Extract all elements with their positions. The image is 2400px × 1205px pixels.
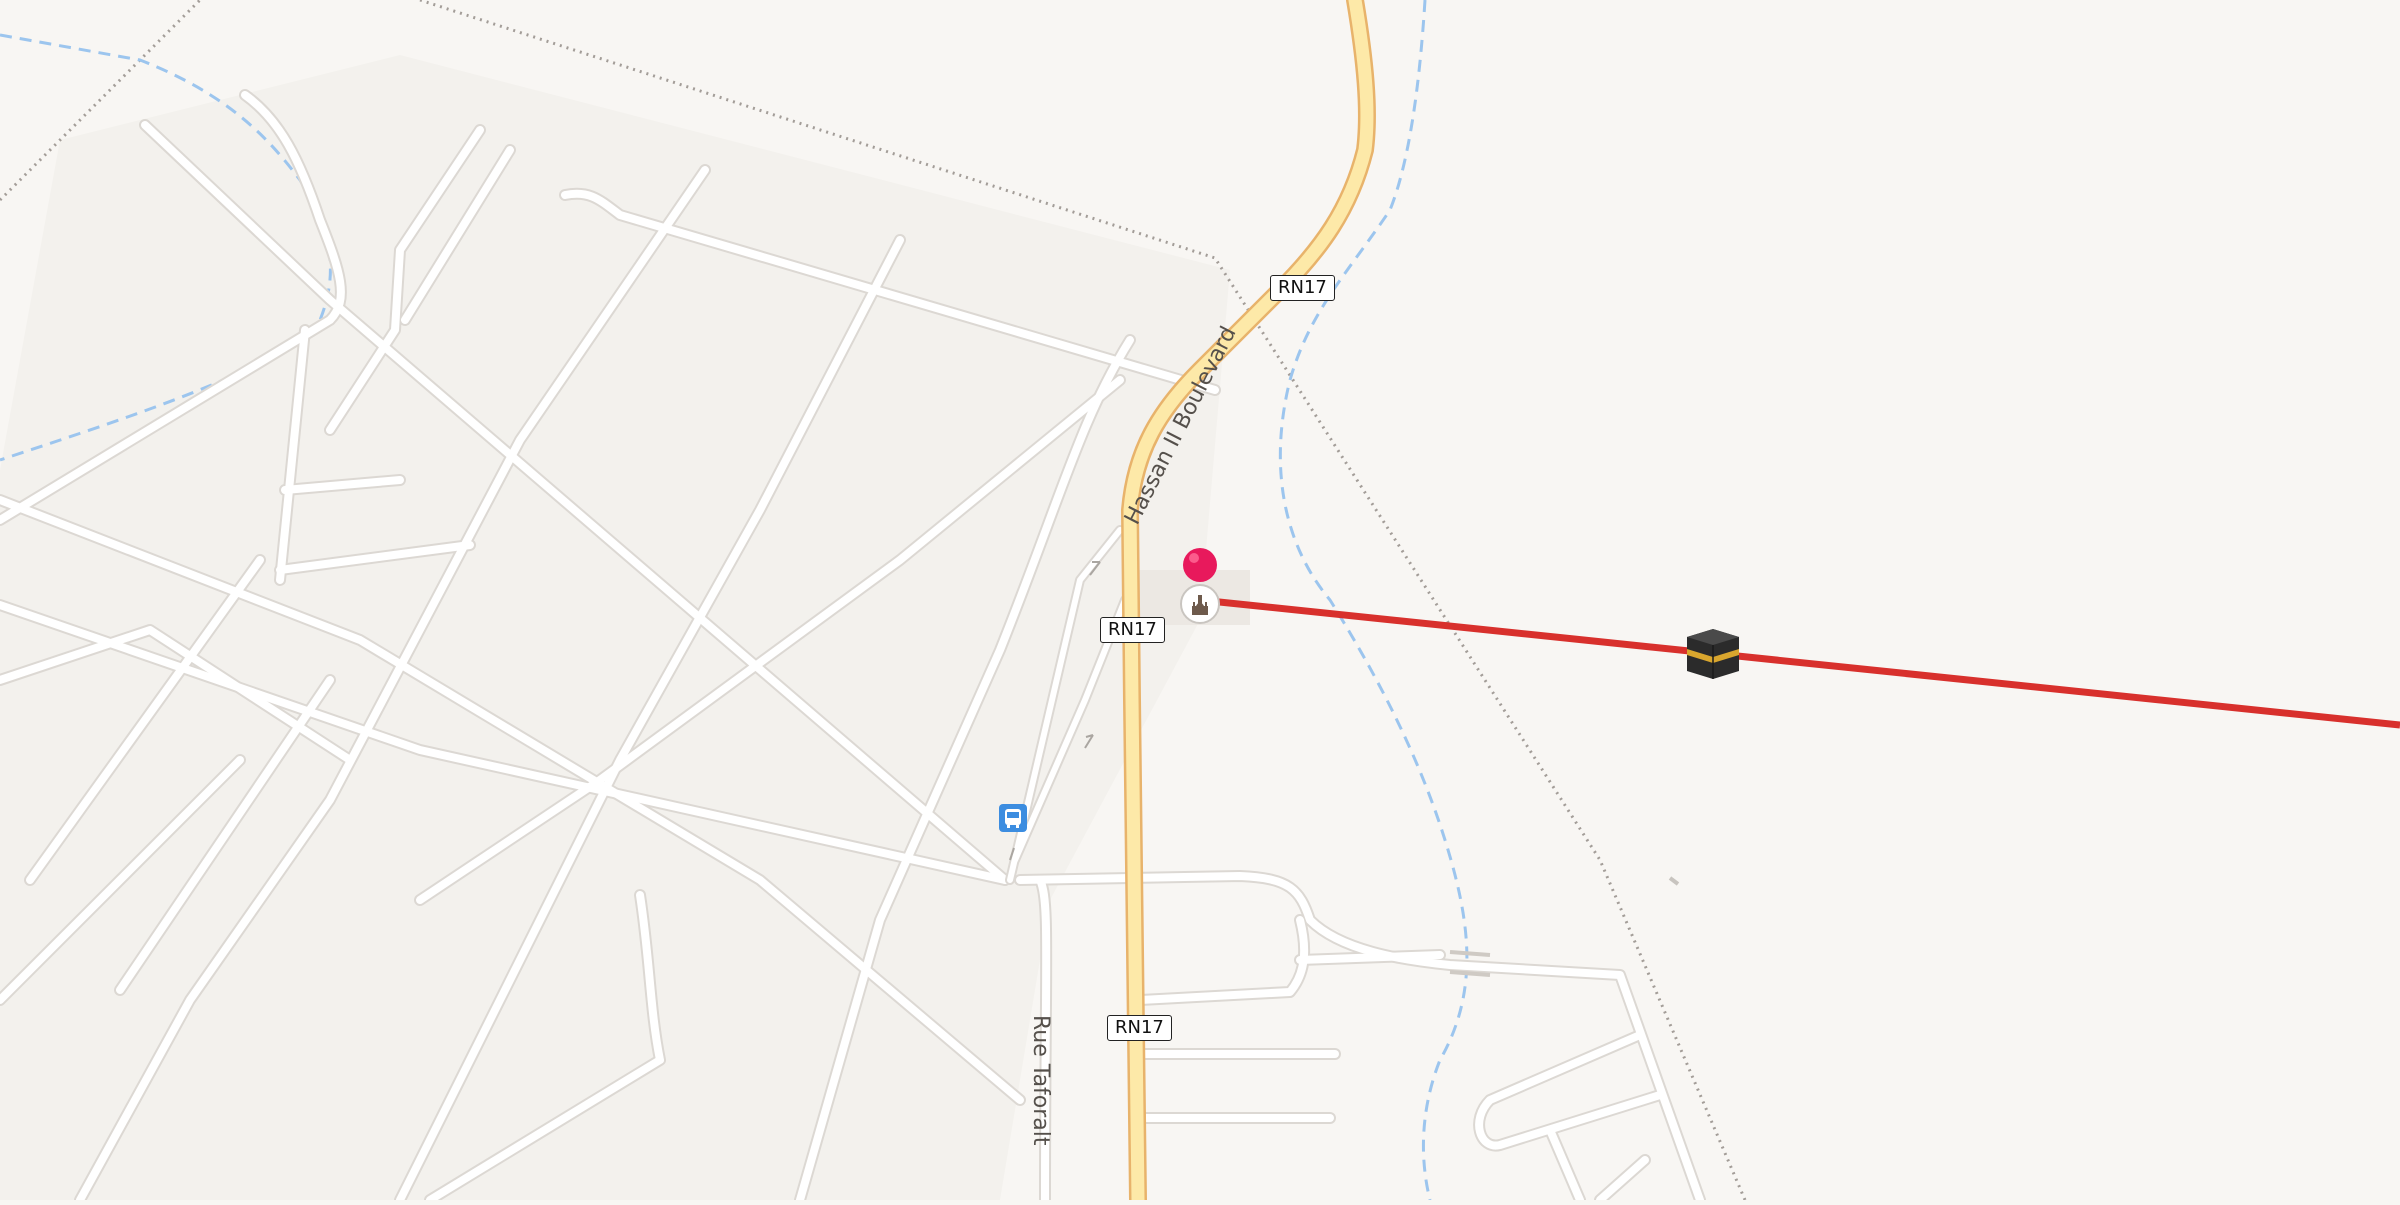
- road-label-rue-taforalt: Rue Taforalt: [1028, 1015, 1053, 1146]
- kaaba-icon[interactable]: [1685, 627, 1741, 681]
- map-canvas[interactable]: Hassan II Boulevard Rue Taforalt RN17 RN…: [0, 0, 2400, 1205]
- road-shield-rn17: RN17: [1107, 1015, 1172, 1041]
- qibla-direction-line: [1199, 596, 2400, 729]
- road-shield-rn17: RN17: [1270, 275, 1335, 301]
- minor-marker: [1668, 876, 1680, 886]
- road-shield-rn17: RN17: [1100, 617, 1165, 643]
- bus-stop-icon[interactable]: [999, 804, 1027, 832]
- landuse-areas: [0, 55, 1250, 1200]
- map-pin-icon[interactable]: [1180, 547, 1220, 587]
- mosque-icon[interactable]: [1179, 583, 1221, 625]
